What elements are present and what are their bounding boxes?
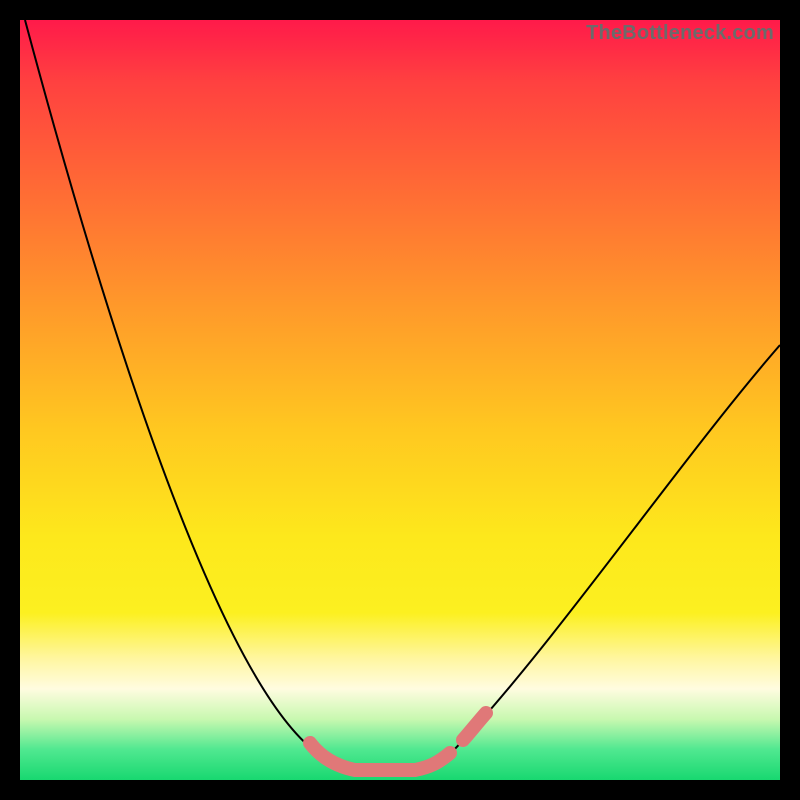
watermark-text: TheBottleneck.com <box>586 22 774 45</box>
marker-overlay <box>310 713 486 770</box>
chart-frame: TheBottleneck.com <box>0 0 800 800</box>
bottleneck-curve <box>25 20 780 770</box>
chart-svg <box>20 20 780 780</box>
